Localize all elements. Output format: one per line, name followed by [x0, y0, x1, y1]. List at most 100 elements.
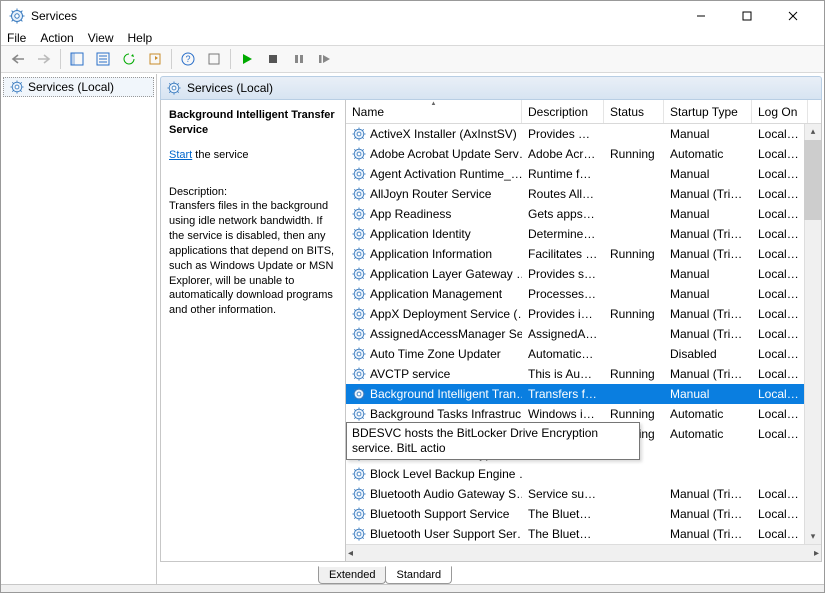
col-logon[interactable]: Log On	[752, 100, 808, 123]
tab-extended[interactable]: Extended	[318, 566, 386, 584]
cell-startup: Manual	[664, 267, 752, 281]
service-name-cell: AppX Deployment Service (…	[346, 307, 522, 321]
col-startup[interactable]: Startup Type	[664, 100, 752, 123]
table-row[interactable]: Bluetooth Support ServiceThe Bluetoo…Man…	[346, 504, 821, 524]
table-row[interactable]: App ReadinessGets apps re…ManualLocal Sy	[346, 204, 821, 224]
table-row[interactable]: AllJoyn Router ServiceRoutes AllJo…Manua…	[346, 184, 821, 204]
service-name-cell: Application Information	[346, 247, 522, 261]
table-row[interactable]: AssignedAccessManager Se…AssignedAc…Manu…	[346, 324, 821, 344]
gear-icon	[352, 227, 366, 241]
scroll-up-icon[interactable]: ▴	[811, 126, 816, 137]
table-row[interactable]: Adobe Acrobat Update Serv…Adobe Acro…Run…	[346, 144, 821, 164]
refresh-button[interactable]	[117, 48, 141, 70]
table-row[interactable]: Block Level Backup Engine …	[346, 464, 821, 484]
service-name-cell: Bluetooth Support Service	[346, 507, 522, 521]
pause-service-button[interactable]	[287, 48, 311, 70]
scroll-down-icon[interactable]: ▾	[811, 531, 816, 542]
cell-startup: Manual (Trig…	[664, 327, 752, 341]
cell-logon: Local Se	[752, 267, 808, 281]
minimize-button[interactable]	[678, 1, 724, 31]
start-suffix: the service	[192, 149, 248, 161]
menu-view[interactable]: View	[88, 31, 114, 45]
service-name-cell: Adobe Acrobat Update Serv…	[346, 147, 522, 161]
cell-status: Running	[604, 367, 664, 381]
cell-logon: Local Se	[752, 427, 808, 441]
table-row[interactable]: Background Tasks Infrastruc…Windows in…R…	[346, 404, 821, 424]
sort-indicator-icon: ▲	[431, 101, 437, 107]
help-button[interactable]: ?	[176, 48, 200, 70]
toolbar: ?	[1, 45, 824, 73]
cell-startup: Manual (Trig…	[664, 227, 752, 241]
gear-icon	[10, 80, 24, 94]
app-icon	[9, 8, 25, 24]
menu-action[interactable]: Action	[40, 31, 73, 45]
pane-header: Services (Local)	[160, 76, 822, 100]
table-row[interactable]: Agent Activation Runtime_…Runtime for…Ma…	[346, 164, 821, 184]
cell-desc: Facilitates t…	[522, 247, 604, 261]
export-button[interactable]	[143, 48, 167, 70]
restart-service-button[interactable]	[313, 48, 337, 70]
stop-service-button[interactable]	[261, 48, 285, 70]
close-button[interactable]	[770, 1, 816, 31]
start-service-button[interactable]	[235, 48, 259, 70]
cell-status: Running	[604, 147, 664, 161]
vertical-scrollbar[interactable]: ▴ ▾	[804, 124, 821, 544]
cell-startup: Automatic	[664, 427, 752, 441]
tab-standard[interactable]: Standard	[385, 566, 452, 584]
table-row[interactable]: AppX Deployment Service (…Provides inf…R…	[346, 304, 821, 324]
main-area: Services (Local) Services (Local) Backgr…	[1, 73, 824, 584]
table-row[interactable]: Auto Time Zone UpdaterAutomatica…Disable…	[346, 344, 821, 364]
scroll-right-icon[interactable]: ▸	[814, 548, 819, 559]
service-name-cell: Bluetooth User Support Ser…	[346, 527, 522, 541]
service-list: Name ▲ Description Status Startup Type L…	[345, 100, 821, 561]
help-topics-button[interactable]	[202, 48, 226, 70]
tree-root-item[interactable]: Services (Local)	[3, 77, 154, 97]
service-name-cell: AllJoyn Router Service	[346, 187, 522, 201]
start-service-link[interactable]: Start	[169, 149, 192, 161]
cell-startup: Automatic	[664, 147, 752, 161]
maximize-button[interactable]	[724, 1, 770, 31]
service-name-cell: Application Layer Gateway …	[346, 267, 522, 281]
col-name[interactable]: Name ▲	[346, 100, 522, 123]
cell-desc: Windows in…	[522, 407, 604, 421]
properties-button[interactable]	[91, 48, 115, 70]
table-row[interactable]: Application ManagementProcesses in…Manua…	[346, 284, 821, 304]
table-row[interactable]: AVCTP serviceThis is Audi…RunningManual …	[346, 364, 821, 384]
table-row[interactable]: ActiveX Installer (AxInstSV)Provides Us……	[346, 124, 821, 144]
cell-logon: Local Se	[752, 507, 808, 521]
menu-file[interactable]: File	[7, 31, 26, 45]
scroll-left-icon[interactable]: ◂	[348, 548, 353, 559]
forward-button[interactable]	[32, 48, 56, 70]
service-name-cell: Bluetooth Audio Gateway S…	[346, 487, 522, 501]
cell-desc: Determines …	[522, 227, 604, 241]
table-row[interactable]: Bluetooth User Support Ser…The Bluetoo…M…	[346, 524, 821, 544]
table-row[interactable]: Application InformationFacilitates t…Run…	[346, 244, 821, 264]
service-name-cell: Application Management	[346, 287, 522, 301]
back-button[interactable]	[6, 48, 30, 70]
table-row[interactable]: Application IdentityDetermines …Manual (…	[346, 224, 821, 244]
col-status[interactable]: Status	[604, 100, 664, 123]
menu-help[interactable]: Help	[128, 31, 153, 45]
gear-icon	[167, 81, 181, 95]
service-name-cell: Auto Time Zone Updater	[346, 347, 522, 361]
col-description[interactable]: Description	[522, 100, 604, 123]
gear-icon	[352, 127, 366, 141]
gear-icon	[352, 187, 366, 201]
gear-icon	[352, 287, 366, 301]
tooltip: BDESVC hosts the BitLocker Drive Encrypt…	[346, 422, 640, 460]
cell-desc: Provides Us…	[522, 127, 604, 141]
gear-icon	[352, 267, 366, 281]
show-hide-tree-button[interactable]	[65, 48, 89, 70]
right-pane: Services (Local) Background Intelligent …	[157, 74, 824, 584]
scroll-thumb[interactable]	[804, 140, 821, 220]
cell-startup: Manual	[664, 287, 752, 301]
table-row[interactable]: Application Layer Gateway …Provides su…M…	[346, 264, 821, 284]
table-row[interactable]: Background Intelligent Tran…Transfers fi…	[346, 384, 821, 404]
cell-desc: Adobe Acro…	[522, 147, 604, 161]
gear-icon	[352, 327, 366, 341]
cell-logon: Local Sy	[752, 167, 808, 181]
table-row[interactable]: Bluetooth Audio Gateway S…Service sup…Ma…	[346, 484, 821, 504]
horizontal-scrollbar[interactable]: ◂ ▸	[346, 544, 821, 561]
cell-desc: The Bluetoo…	[522, 507, 604, 521]
cell-logon: Local Sy	[752, 207, 808, 221]
